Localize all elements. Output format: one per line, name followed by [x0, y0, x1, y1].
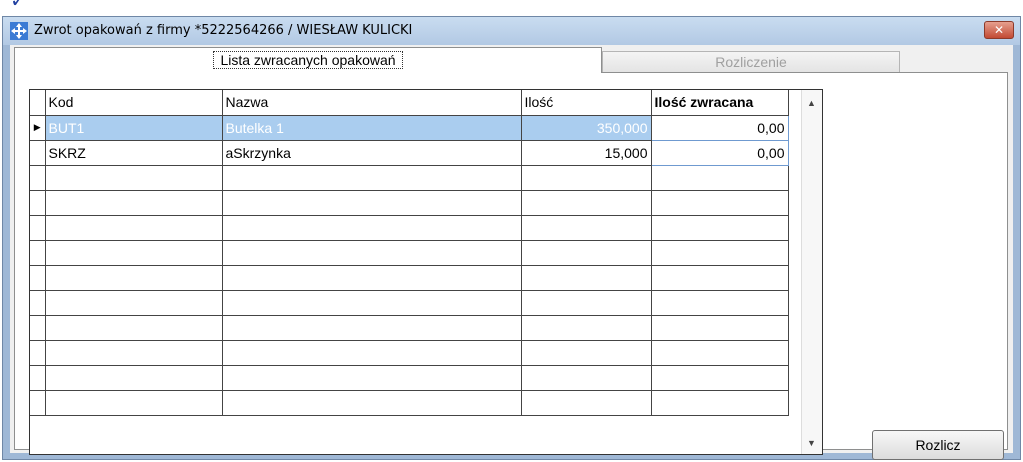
window-title: Zwrot opakowań z firmy *5222564266 / WIE…	[34, 23, 413, 38]
empty-cell	[30, 240, 46, 266]
empty-cell	[222, 165, 522, 191]
column-header-ilosc-zwracana[interactable]: Ilość zwracana	[651, 90, 789, 116]
empty-cell	[222, 290, 522, 316]
empty-cell	[651, 365, 789, 391]
empty-cell	[651, 390, 789, 416]
empty-cell	[30, 315, 46, 341]
empty-cell	[30, 165, 46, 191]
empty-cell	[45, 315, 223, 341]
rozlicz-button[interactable]: Rozlicz	[872, 430, 1004, 460]
tab-lista-zwracanych-opakowan[interactable]: Lista zwracanych opakowań	[14, 47, 602, 73]
row-indicator-header	[30, 90, 46, 116]
empty-cell	[521, 240, 652, 266]
cell-nazwa[interactable]: Butelka 1	[222, 115, 522, 141]
empty-cell	[45, 240, 223, 266]
empty-cell	[651, 215, 789, 241]
dialog-window: Zwrot opakowań z firmy *5222564266 / WIE…	[2, 16, 1021, 460]
empty-cell	[45, 215, 223, 241]
title-bar[interactable]: Zwrot opakowań z firmy *5222564266 / WIE…	[3, 17, 1020, 45]
empty-cell	[45, 190, 223, 216]
empty-cell	[521, 290, 652, 316]
empty-cell	[651, 315, 789, 341]
empty-cell	[521, 190, 652, 216]
cell-ilosc-zwracana-input[interactable]: 0,00	[650, 114, 789, 141]
empty-cell	[30, 190, 46, 216]
empty-cell	[45, 290, 223, 316]
column-header-ilosc[interactable]: Ilość	[521, 90, 652, 116]
empty-cell	[30, 290, 46, 316]
table-row[interactable]: SKRZ aSkrzynka 15,000 0,00	[30, 139, 789, 166]
empty-cell	[651, 290, 789, 316]
empty-cell	[222, 390, 522, 416]
empty-table-row[interactable]	[30, 390, 789, 416]
empty-table-row[interactable]	[30, 215, 789, 241]
tab-label: Lista zwracanych opakowań	[213, 51, 403, 69]
empty-table-row[interactable]	[30, 315, 789, 341]
empty-cell	[521, 340, 652, 366]
empty-cell	[45, 365, 223, 391]
empty-cell	[30, 215, 46, 241]
dialog-client-area: Lista zwracanych opakowań Rozliczenie Ko…	[10, 45, 1013, 460]
empty-cell	[30, 340, 46, 366]
table-row[interactable]: ▶ BUT1 Butelka 1 350,000 0,00	[30, 114, 789, 141]
empty-cell	[222, 265, 522, 291]
column-header-nazwa[interactable]: Nazwa	[222, 90, 522, 116]
empty-cell	[521, 315, 652, 341]
close-button[interactable]: ✕	[984, 21, 1014, 39]
empty-cell	[222, 340, 522, 366]
empty-cell	[521, 215, 652, 241]
row-indicator-icon	[30, 140, 46, 166]
packaging-table: Kod Nazwa Ilość Ilość zwracana ▶ BUT1 Bute…	[30, 90, 789, 416]
empty-cell	[222, 215, 522, 241]
empty-table-row[interactable]	[30, 165, 789, 191]
empty-cell	[521, 390, 652, 416]
empty-cell	[45, 340, 223, 366]
empty-cell	[651, 265, 789, 291]
empty-cell	[521, 265, 652, 291]
cell-ilosc[interactable]: 15,000	[521, 140, 652, 166]
column-header-kod[interactable]: Kod	[45, 90, 223, 116]
cell-ilosc-zwracana-input[interactable]: 0,00	[650, 139, 789, 166]
empty-cell	[222, 315, 522, 341]
vertical-scrollbar[interactable]: ▲ ▼	[801, 90, 822, 454]
cell-kod[interactable]: BUT1	[45, 115, 223, 141]
row-indicator-icon: ▶	[30, 115, 46, 141]
table-header-row: Kod Nazwa Ilość Ilość zwracana	[30, 90, 789, 116]
empty-table-row[interactable]	[30, 290, 789, 316]
empty-cell	[30, 365, 46, 391]
cell-ilosc[interactable]: 350,000	[521, 115, 652, 141]
empty-cell	[45, 390, 223, 416]
empty-cell	[521, 365, 652, 391]
scroll-up-arrow-icon[interactable]: ▲	[807, 98, 816, 108]
empty-cell	[651, 165, 789, 191]
empty-cell	[30, 390, 46, 416]
empty-cell	[651, 240, 789, 266]
empty-cell	[651, 190, 789, 216]
empty-table-row[interactable]	[30, 365, 789, 391]
empty-cell	[521, 165, 652, 191]
empty-cell	[45, 265, 223, 291]
empty-cell	[45, 165, 223, 191]
packaging-grid[interactable]: Kod Nazwa Ilość Ilość zwracana ▶ BUT1 Bute…	[29, 89, 823, 455]
empty-cell	[222, 240, 522, 266]
scroll-down-arrow-icon[interactable]: ▼	[807, 438, 816, 448]
empty-cell	[222, 190, 522, 216]
empty-table-row[interactable]	[30, 240, 789, 266]
empty-table-row[interactable]	[30, 190, 789, 216]
cell-nazwa[interactable]: aSkrzynka	[222, 140, 522, 166]
empty-table-row[interactable]	[30, 340, 789, 366]
app-icon	[10, 22, 28, 40]
background-bullet: ✓	[10, 0, 27, 12]
empty-cell	[30, 265, 46, 291]
empty-table-row[interactable]	[30, 265, 789, 291]
tab-rozliczenie[interactable]: Rozliczenie	[602, 51, 900, 73]
empty-cell	[222, 365, 522, 391]
empty-cell	[651, 340, 789, 366]
cell-kod[interactable]: SKRZ	[45, 140, 223, 166]
